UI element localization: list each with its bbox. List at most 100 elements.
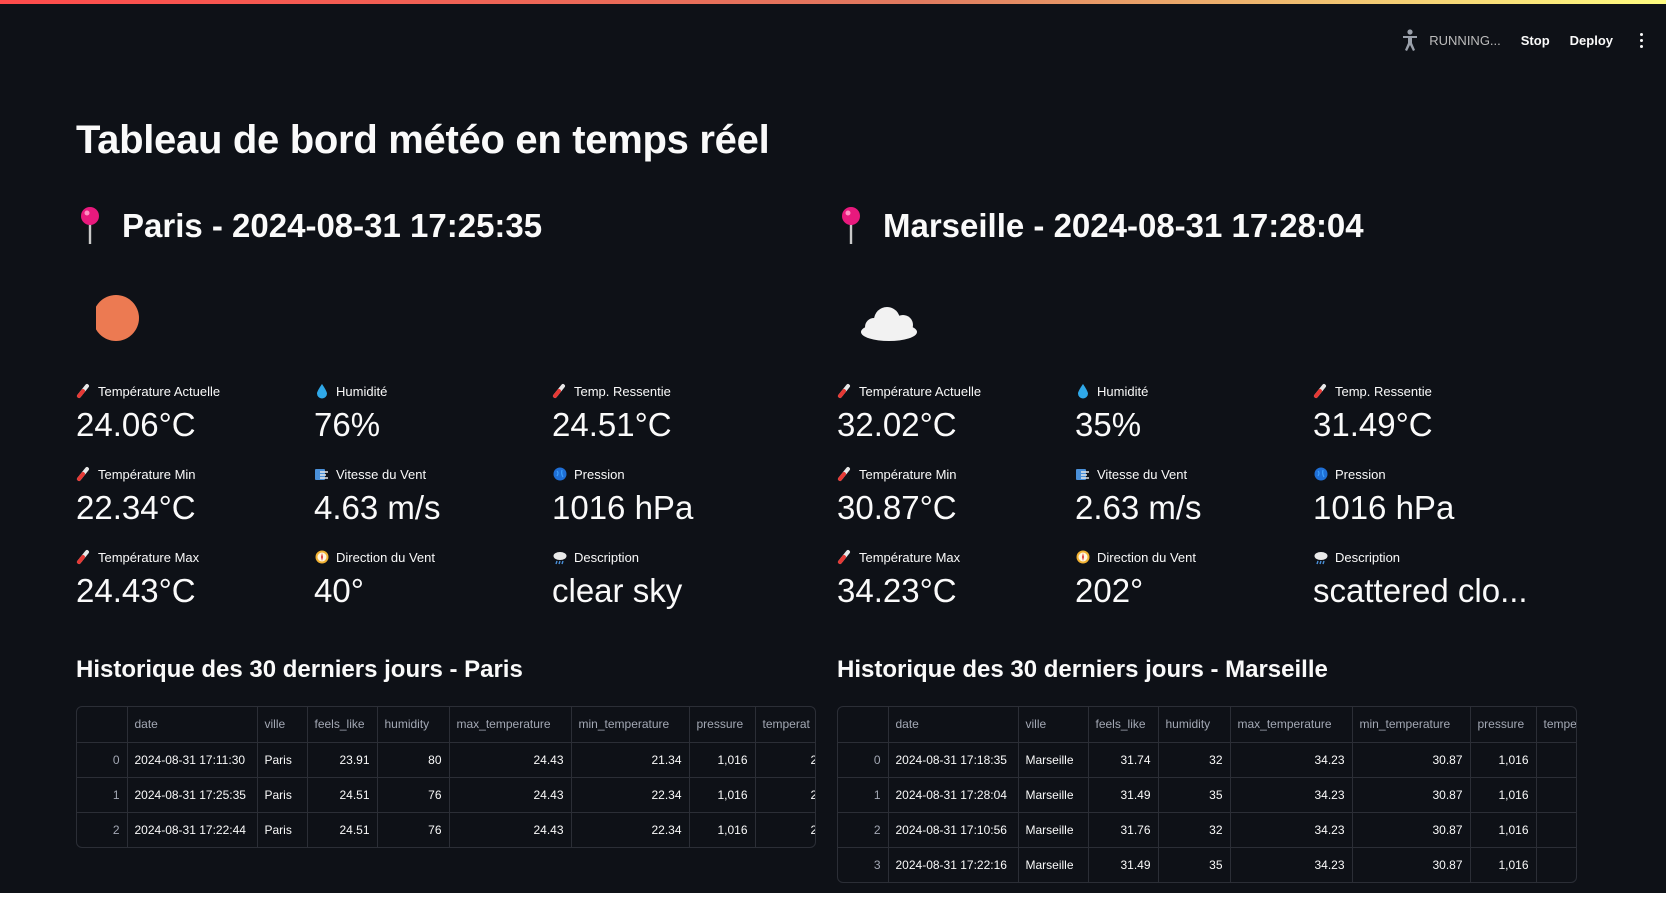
cell-date[interactable]: 2024-08-31 17:10:56 xyxy=(888,812,1019,848)
cell-feels-like[interactable]: 31.74 xyxy=(1088,742,1159,778)
cell-pressure[interactable]: 1,016 xyxy=(1470,812,1537,848)
cell-temperature[interactable] xyxy=(1536,812,1576,848)
cell-max-temperature[interactable]: 24.43 xyxy=(449,812,572,847)
cell-date[interactable]: 2024-08-31 17:28:04 xyxy=(888,777,1019,813)
column-header[interactable]: humidity xyxy=(1158,707,1231,743)
cell-pressure[interactable]: 1,016 xyxy=(689,777,756,813)
history-dataframe[interactable]: date ville feels_like humidity max_tempe… xyxy=(76,706,816,848)
cell-humidity[interactable]: 32 xyxy=(1158,812,1231,848)
cell-feels-like[interactable]: 31.49 xyxy=(1088,777,1159,813)
cell-ville[interactable]: Marseille xyxy=(1018,777,1089,813)
cell-temperature[interactable]: 24 xyxy=(755,777,815,813)
table-row[interactable]: 1 2024-08-31 17:25:35 Paris 24.51 76 24.… xyxy=(77,777,815,813)
column-header[interactable]: max_temperature xyxy=(1230,707,1353,743)
cell-humidity[interactable]: 76 xyxy=(377,777,450,813)
app-window: RUNNING... Stop Deploy Tableau de bord m… xyxy=(0,0,1671,897)
table-row[interactable]: 1 2024-08-31 17:28:04 Marseille 31.49 35… xyxy=(838,777,1576,813)
cell-max-temperature[interactable]: 24.43 xyxy=(449,742,572,778)
cell-date[interactable]: 2024-08-31 17:11:30 xyxy=(127,742,258,778)
column-header[interactable]: min_temperature xyxy=(1352,707,1471,743)
cell-feels-like[interactable]: 24.51 xyxy=(307,812,378,847)
compass-icon xyxy=(1076,550,1090,564)
column-header[interactable]: tempe xyxy=(1536,707,1576,743)
cell-min-temperature[interactable]: 30.87 xyxy=(1352,742,1471,778)
thermometer-icon xyxy=(838,467,850,481)
cell-pressure[interactable]: 1,016 xyxy=(1470,777,1537,813)
column-header[interactable]: ville xyxy=(1018,707,1089,743)
table-row[interactable]: 2 2024-08-31 17:10:56 Marseille 31.76 32… xyxy=(838,812,1576,848)
main-menu-icon[interactable] xyxy=(1633,29,1649,51)
cell-min-temperature[interactable]: 22.34 xyxy=(571,812,690,847)
cell-min-temperature[interactable]: 21.34 xyxy=(571,742,690,778)
stop-button[interactable]: Stop xyxy=(1521,33,1550,48)
cell-pressure[interactable]: 1,016 xyxy=(689,812,756,847)
column-header[interactable]: min_temperature xyxy=(571,707,690,743)
table-row[interactable]: 3 2024-08-31 17:22:16 Marseille 31.49 35… xyxy=(838,847,1576,882)
cell-humidity[interactable]: 76 xyxy=(377,812,450,847)
cell-feels-like[interactable]: 31.76 xyxy=(1088,812,1159,848)
cell-max-temperature[interactable]: 34.23 xyxy=(1230,847,1353,882)
cell-temperature[interactable] xyxy=(1536,777,1576,813)
cell-min-temperature[interactable]: 30.87 xyxy=(1352,777,1471,813)
table-row[interactable]: 0 2024-08-31 17:11:30 Paris 23.91 80 24.… xyxy=(77,742,815,778)
column-header[interactable]: max_temperature xyxy=(449,707,572,743)
cell-ville[interactable]: Marseille xyxy=(1018,742,1089,778)
history-dataframe[interactable]: date ville feels_like humidity max_tempe… xyxy=(837,706,1577,883)
header-decoration xyxy=(0,0,1666,4)
cell-date[interactable]: 2024-08-31 17:22:16 xyxy=(888,847,1019,882)
cell-temperature[interactable] xyxy=(1536,742,1576,778)
cell-pressure[interactable]: 1,016 xyxy=(689,742,756,778)
column-header[interactable]: pressure xyxy=(689,707,756,743)
column-header[interactable]: humidity xyxy=(377,707,450,743)
deploy-button[interactable]: Deploy xyxy=(1570,33,1613,48)
column-header[interactable]: pressure xyxy=(1470,707,1537,743)
cell-ville[interactable]: Paris xyxy=(257,742,308,778)
metric-pression: Pression 1016 hPa xyxy=(1313,465,1553,545)
cell-humidity[interactable]: 35 xyxy=(1158,847,1231,882)
cell-max-temperature[interactable]: 34.23 xyxy=(1230,742,1353,778)
history-title: Historique des 30 derniers jours - Marse… xyxy=(837,656,1328,683)
cell-feels-like[interactable]: 31.49 xyxy=(1088,847,1159,882)
cell-temperature[interactable]: 23 xyxy=(755,742,815,778)
cell-temperature[interactable] xyxy=(1536,847,1576,882)
cloud-icon xyxy=(861,307,917,341)
cell-feels-like[interactable]: 24.51 xyxy=(307,777,378,813)
cell-temperature[interactable]: 24 xyxy=(755,812,815,847)
cell-ville[interactable]: Paris xyxy=(257,812,308,847)
column-header[interactable]: date xyxy=(127,707,258,743)
metric-label: Direction du Vent xyxy=(1097,549,1197,565)
column-header[interactable]: ville xyxy=(257,707,308,743)
cell-feels-like[interactable]: 23.91 xyxy=(307,742,378,778)
cell-pressure[interactable]: 1,016 xyxy=(1470,847,1537,882)
column-header[interactable]: feels_like xyxy=(1088,707,1159,743)
column-header[interactable]: temperat xyxy=(755,707,815,743)
cell-min-temperature[interactable]: 22.34 xyxy=(571,777,690,813)
metric-label: Temp. Ressentie xyxy=(1335,383,1432,399)
column-header[interactable]: feels_like xyxy=(307,707,378,743)
pushpin-icon xyxy=(81,207,99,244)
cell-min-temperature[interactable]: 30.87 xyxy=(1352,812,1471,848)
table-row[interactable]: 0 2024-08-31 17:18:35 Marseille 31.74 32… xyxy=(838,742,1576,778)
column-header[interactable]: date xyxy=(888,707,1019,743)
cell-ville[interactable]: Paris xyxy=(257,777,308,813)
metric-value: 32.02°C xyxy=(837,406,957,443)
cell-max-temperature[interactable]: 34.23 xyxy=(1230,812,1353,848)
metric-value: 24.06°C xyxy=(76,406,196,443)
column-header[interactable] xyxy=(838,707,889,743)
cell-humidity[interactable]: 35 xyxy=(1158,777,1231,813)
column-header[interactable] xyxy=(77,707,128,743)
cell-ville[interactable]: Marseille xyxy=(1018,847,1089,882)
cell-humidity[interactable]: 80 xyxy=(377,742,450,778)
cell-date[interactable]: 2024-08-31 17:22:44 xyxy=(127,812,258,847)
metric-value: 35% xyxy=(1075,406,1142,443)
table-row[interactable]: 2 2024-08-31 17:22:44 Paris 24.51 76 24.… xyxy=(77,812,815,847)
cell-humidity[interactable]: 32 xyxy=(1158,742,1231,778)
cell-max-temperature[interactable]: 34.23 xyxy=(1230,777,1353,813)
cell-min-temperature[interactable]: 30.87 xyxy=(1352,847,1471,882)
cell-date[interactable]: 2024-08-31 17:25:35 xyxy=(127,777,258,813)
metric-value: 24.43°C xyxy=(76,572,196,609)
cell-ville[interactable]: Marseille xyxy=(1018,812,1089,848)
cell-max-temperature[interactable]: 24.43 xyxy=(449,777,572,813)
cell-date[interactable]: 2024-08-31 17:18:35 xyxy=(888,742,1019,778)
cell-pressure[interactable]: 1,016 xyxy=(1470,742,1537,778)
